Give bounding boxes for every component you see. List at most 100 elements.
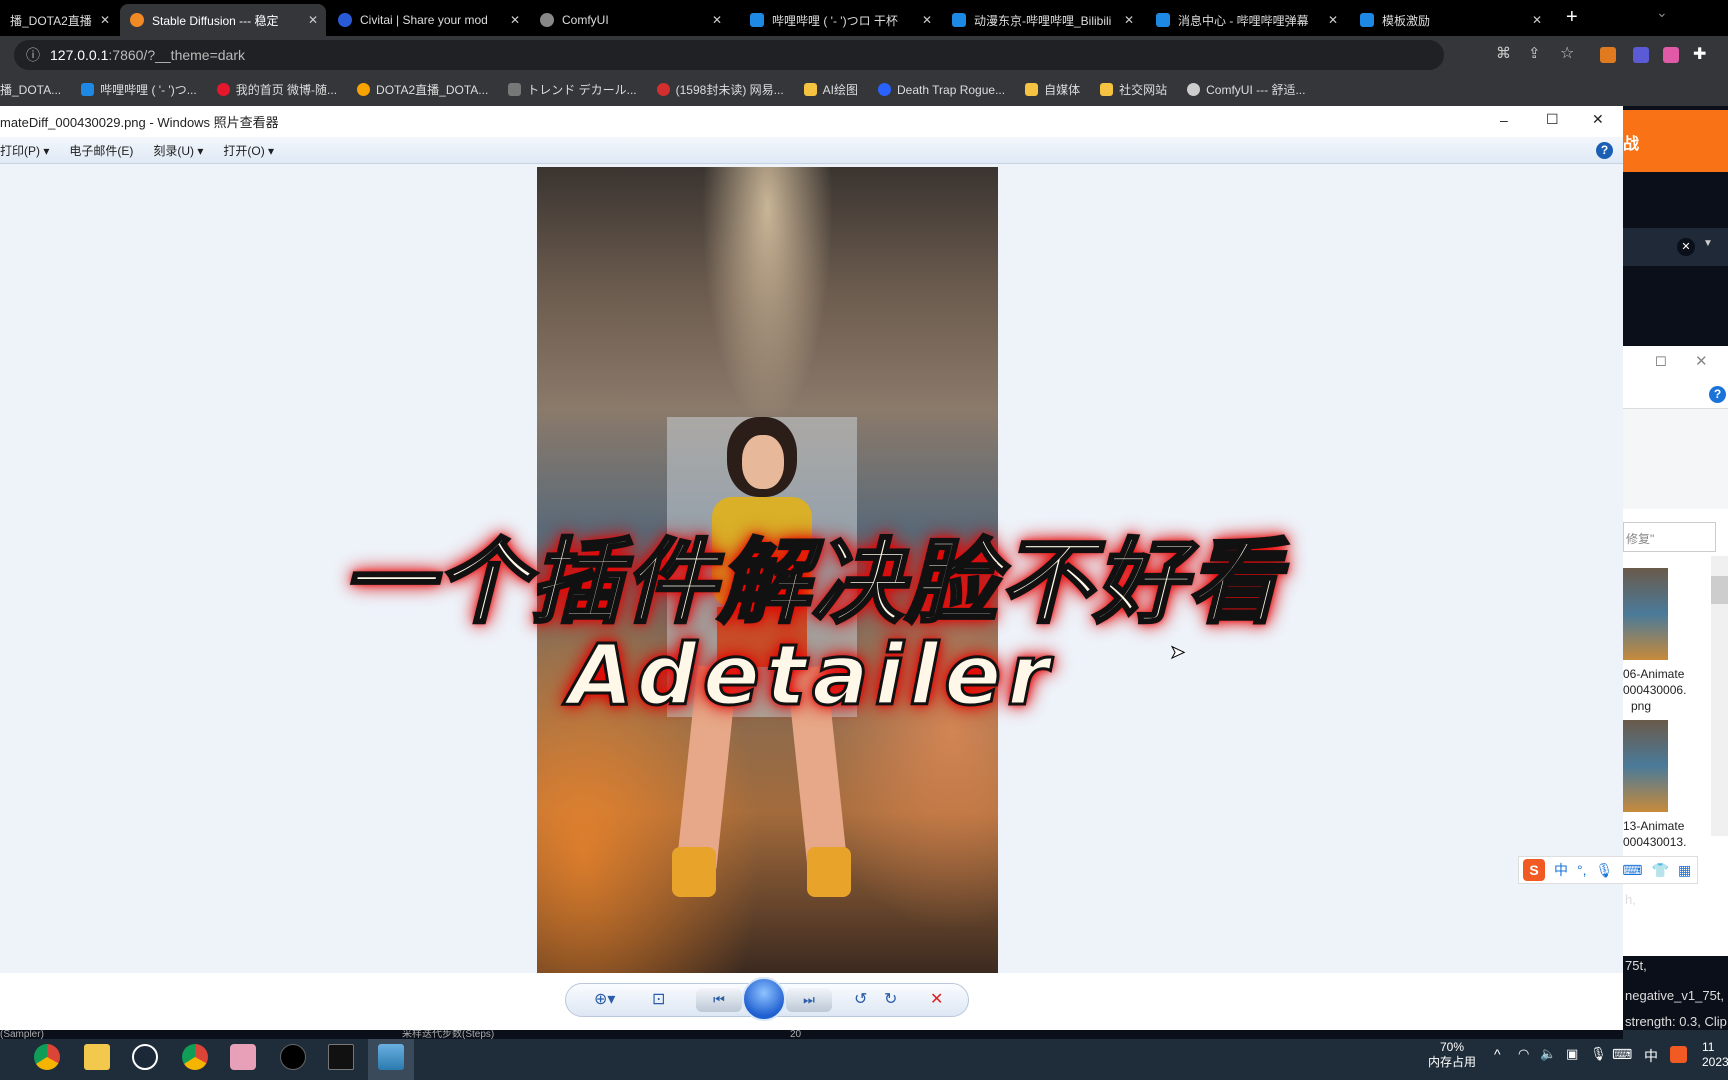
volume-icon[interactable]: 🔈 [1540,1046,1556,1062]
tab-message-center[interactable]: 消息中心 - 哔哩哔哩弹幕 ✕ [1146,4,1346,36]
menu-burn[interactable]: 刻录(U) ▾ [153,142,203,159]
tab-bilibili[interactable]: 哔哩哔哩 ( '- ')つロ 干杯 ✕ [740,4,940,36]
bilibili-icon [1360,13,1374,27]
maximize-button[interactable]: ☐ [1546,111,1559,128]
wifi-icon[interactable]: ◠ [1518,1046,1529,1062]
search-input[interactable]: 修复" [1623,522,1716,552]
thumbnail[interactable] [1623,720,1668,812]
toolbar-pill: ⊕▾ ⊡ ⏮ ⏭ ↺ ↻ ✕ [565,977,969,1021]
window-title-bar: mateDiff_000430029.png - Windows 照片查看器 –… [0,106,1623,137]
microphone-icon[interactable]: 🎙 [1590,1046,1607,1062]
bookmark-folder[interactable]: 社交网站 [1100,81,1167,98]
keyboard-icon[interactable]: ⌨ [1612,1046,1632,1063]
bookmark[interactable]: 播_DOTA... [0,81,61,98]
bilibili-icon [81,83,95,96]
tab-stable-diffusion[interactable]: Stable Diffusion --- 稳定 ✕ [120,4,326,36]
file-name[interactable]: 13-Animate 000430013. [1623,818,1686,850]
bookmark[interactable]: 哔哩哔哩 ( '- ')つ... [81,81,197,98]
star-icon[interactable]: ☆ [1560,43,1574,63]
globe-icon [540,13,554,27]
previous-button[interactable]: ⏮ [696,988,742,1012]
extension-icon[interactable] [1633,47,1649,63]
bookmark-folder[interactable]: AI绘图 [803,81,858,98]
bookmark[interactable]: DOTA2直播_DOTA... [357,81,488,98]
bookmark[interactable]: (1598封未读) 网易... [656,81,784,98]
maximize-icon[interactable]: ☐ [1655,354,1667,370]
terminal-icon[interactable] [328,1044,354,1070]
close-icon[interactable]: ✕ [100,13,110,27]
skin-icon[interactable]: 👕 [1652,862,1669,879]
clear-icon[interactable]: ✕ [1677,238,1695,256]
file-explorer-icon[interactable] [84,1044,110,1070]
delete-icon[interactable]: ✕ [930,989,943,1009]
metamask-extension-icon[interactable] [1600,47,1616,63]
camera-icon[interactable]: ▣ [1566,1046,1578,1062]
ime-indicator[interactable]: 中 [1644,1046,1658,1066]
thumbnail[interactable] [1623,568,1668,660]
generate-button[interactable]: 战 [1623,110,1728,172]
next-button[interactable]: ⏭ [786,988,832,1012]
close-icon[interactable]: ✕ [510,13,520,27]
grid-icon[interactable]: ▦ [1678,862,1691,879]
close-icon[interactable]: ✕ [1328,13,1338,27]
close-icon[interactable]: ✕ [712,13,722,27]
close-icon[interactable]: ✕ [1695,352,1708,370]
close-button[interactable]: ✕ [1592,111,1604,128]
steam-icon[interactable] [132,1044,158,1070]
microphone-icon[interactable]: 🎙 [1596,862,1614,879]
zoom-icon[interactable]: ⊕▾ [594,989,615,1009]
bookmark[interactable]: ComfyUI --- 舒适... [1187,81,1305,98]
close-icon[interactable]: ✕ [308,13,318,27]
actual-size-icon[interactable]: ⊡ [652,989,665,1009]
help-icon[interactable]: ? [1709,386,1726,403]
share-icon[interactable]: ⇪ [1528,44,1541,62]
memory-usage[interactable]: 70% 内存占用 [1428,1040,1476,1070]
chevron-down-icon[interactable]: ▼ [1703,238,1713,249]
rotate-right-icon[interactable]: ↻ [884,989,897,1009]
clock[interactable]: 11 2023 [1702,1040,1728,1070]
bookmark[interactable]: 我的首页 微博-随... [216,81,337,98]
menu-open[interactable]: 打开(O) ▾ [223,142,274,159]
punctuation-toggle[interactable]: °, [1577,862,1587,878]
ime-mode-toggle[interactable]: 中 [1554,860,1568,880]
extension-icon[interactable] [1663,47,1679,63]
netease-mail-icon [656,83,670,96]
slideshow-button[interactable] [742,977,786,1021]
bookmark[interactable]: トレンド デカール... [508,81,637,98]
sogou-icon[interactable]: S [1523,859,1545,881]
tab-search-icon[interactable]: ⌄ [1656,4,1668,21]
chevron-up-icon[interactable]: ^ [1494,1046,1501,1062]
close-icon[interactable]: ✕ [1124,13,1134,27]
tab-template[interactable]: 模板激励 ✕ [1350,4,1550,36]
sogou-icon[interactable] [1670,1046,1687,1063]
stable-diffusion-icon [130,13,144,27]
new-tab-button[interactable]: + [1566,6,1578,29]
tab-comfyui[interactable]: ComfyUI ✕ [530,4,730,36]
chrome-icon[interactable] [34,1044,60,1070]
minimize-button[interactable]: – [1500,112,1508,128]
close-icon[interactable]: ✕ [922,13,932,27]
translate-icon[interactable]: ⌘ [1496,44,1511,62]
scrollbar[interactable] [1711,556,1728,836]
file-name[interactable]: 06-Animate 000430006. png [1623,666,1686,714]
menu-email[interactable]: 电子邮件(E) [69,142,133,159]
bookmark-folder[interactable]: 自媒体 [1025,81,1080,98]
app-icon[interactable] [280,1044,306,1070]
help-button[interactable]: ? [1596,142,1613,159]
close-icon[interactable]: ✕ [1532,13,1542,27]
rotate-left-icon[interactable]: ↺ [854,989,867,1009]
mouse-cursor: ➤ [1169,642,1186,663]
puzzle-icon[interactable]: ✚ [1693,44,1706,64]
tab-civitai[interactable]: Civitai | Share your mod ✕ [328,4,528,36]
chrome-profile-icon[interactable] [182,1044,208,1070]
dropdown[interactable]: ✕ ▼ [1623,228,1728,266]
keyboard-icon[interactable]: ⌨ [1622,862,1642,879]
info-icon[interactable]: ⓘ [26,45,40,65]
url-input[interactable]: ⓘ 127.0.0.1:7860/?__theme=dark [14,40,1444,70]
app-icon[interactable] [230,1044,256,1070]
bookmark[interactable]: Death Trap Rogue... [878,83,1005,97]
ime-toolbar: S 中 °, 🎙 ⌨ 👕 ▦ [1518,856,1698,884]
tab-dota2[interactable]: 播_DOTA2直播 ✕ [0,4,118,36]
menu-print[interactable]: 打印(P) ▾ [0,142,49,159]
tab-bilibili-2[interactable]: 动漫东京-哔哩哔哩_Bilibili ✕ [942,4,1142,36]
